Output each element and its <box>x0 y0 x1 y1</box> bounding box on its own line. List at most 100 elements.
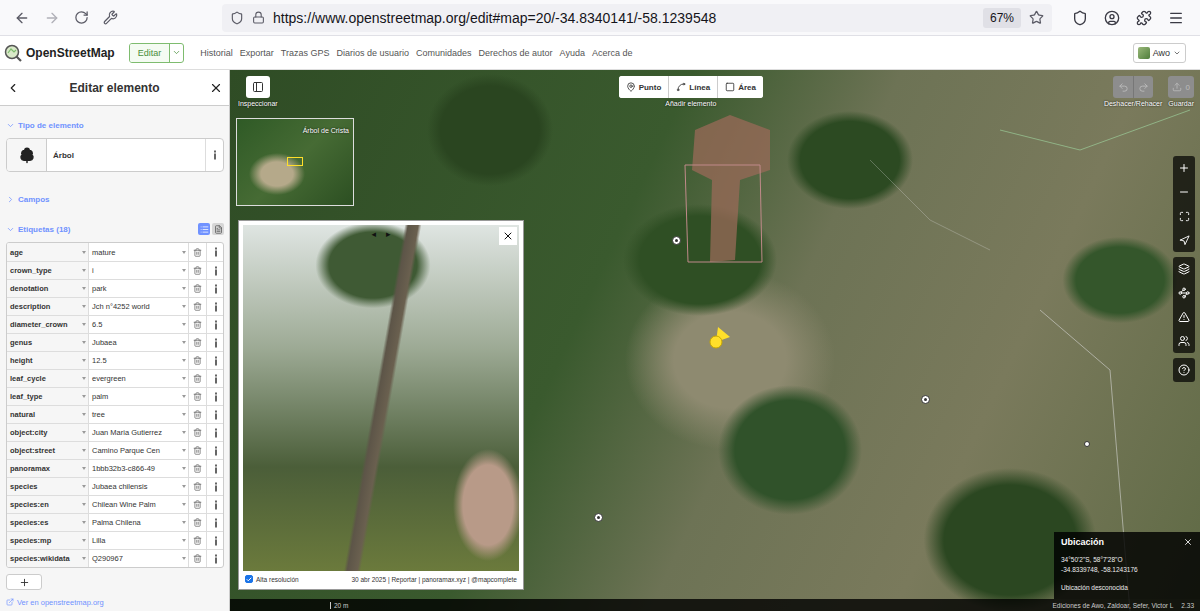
tag-key[interactable]: age <box>7 243 89 261</box>
zoom-in-button[interactable] <box>1173 156 1195 180</box>
selected-tree-marker[interactable] <box>696 322 736 362</box>
tag-info-button[interactable] <box>207 442 224 459</box>
building-shape[interactable] <box>692 115 770 262</box>
add-tag-button[interactable] <box>6 574 42 590</box>
issues-button[interactable] <box>1173 305 1195 329</box>
edit-dropdown[interactable] <box>169 44 183 62</box>
map-point[interactable] <box>594 513 603 522</box>
background-button[interactable] <box>1173 257 1195 281</box>
delete-tag-button[interactable] <box>189 243 207 261</box>
checkbox[interactable] <box>245 575 253 583</box>
delete-tag-button[interactable] <box>189 262 207 279</box>
tag-info-button[interactable] <box>207 406 224 423</box>
view-toggle-button[interactable] <box>212 223 224 235</box>
tag-value[interactable]: park <box>89 280 189 297</box>
tag-info-button[interactable] <box>207 478 224 495</box>
tag-value[interactable]: palm <box>89 388 189 405</box>
help-button[interactable] <box>1173 358 1195 382</box>
tag-key[interactable]: genus <box>7 334 89 351</box>
nav-link[interactable]: Derechos de autor <box>479 48 553 58</box>
tag-key[interactable]: denotation <box>7 280 89 297</box>
tag-value[interactable]: 6.5 <box>89 316 189 333</box>
tag-value[interactable]: Jch n°4252 world <box>89 298 189 315</box>
area-outline[interactable] <box>1000 110 1190 150</box>
account-icon[interactable] <box>1104 10 1120 26</box>
tag-info-button[interactable] <box>207 262 224 279</box>
close-icon[interactable] <box>209 81 223 95</box>
tag-key[interactable]: height <box>7 352 89 369</box>
tag-key[interactable]: species:es <box>7 514 89 531</box>
map-data-button[interactable] <box>1173 281 1195 305</box>
street-photo[interactable]: ◂▸ <box>243 225 519 571</box>
tag-info-button[interactable] <box>207 316 224 333</box>
tag-key[interactable]: object:city <box>7 424 89 441</box>
map-point[interactable] <box>672 236 681 245</box>
nav-link[interactable]: Exportar <box>240 48 274 58</box>
tag-key[interactable]: leaf_cycle <box>7 370 89 387</box>
menu-icon[interactable] <box>1168 10 1184 26</box>
tag-info-button[interactable] <box>207 424 224 441</box>
tag-info-button[interactable] <box>207 388 224 405</box>
url-text[interactable]: https://www.openstreetmap.org/edit#map=2… <box>273 10 975 26</box>
tag-value[interactable]: evergreen <box>89 370 189 387</box>
inspect-button[interactable] <box>246 76 270 98</box>
tag-value[interactable]: Jubaea chilensis <box>89 478 189 495</box>
map-canvas[interactable]: InspeccionarPuntoLíneaÁreaAñadir element… <box>230 70 1200 611</box>
tag-info-button[interactable] <box>207 370 224 387</box>
tag-key[interactable]: natural <box>7 406 89 423</box>
nav-link[interactable]: Trazas GPS <box>281 48 330 58</box>
tag-info-button[interactable] <box>207 496 224 513</box>
forward-icon[interactable] <box>44 10 60 26</box>
delete-tag-button[interactable] <box>189 442 207 459</box>
shield-icon[interactable] <box>230 11 244 25</box>
next-photo-button[interactable]: ▸ <box>386 229 391 239</box>
tag-key[interactable]: panoramax <box>7 460 89 477</box>
delete-tag-button[interactable] <box>189 370 207 387</box>
pocket-icon[interactable] <box>1072 10 1088 26</box>
extensions-icon[interactable] <box>1136 10 1152 26</box>
url-field[interactable]: https://www.openstreetmap.org/edit#map=2… <box>222 4 1052 32</box>
close-icon[interactable] <box>1183 537 1193 547</box>
preset-button[interactable]: Árbol <box>6 138 224 172</box>
delete-tag-button[interactable] <box>189 514 207 531</box>
back-icon[interactable] <box>14 10 30 26</box>
delete-tag-button[interactable] <box>189 334 207 351</box>
preset-info-button[interactable] <box>205 139 223 171</box>
back-chevron-icon[interactable] <box>6 81 20 95</box>
tag-value[interactable]: Jubaea <box>89 334 189 351</box>
tag-info-button[interactable] <box>207 532 224 549</box>
building-outline[interactable] <box>685 165 762 262</box>
tag-key[interactable]: species:mp <box>7 532 89 549</box>
tag-value[interactable]: tree <box>89 406 189 423</box>
zoom-out-button[interactable] <box>1173 180 1195 204</box>
undo-button[interactable] <box>1113 76 1133 98</box>
section-toggle[interactable]: Tipo de elemento <box>6 118 224 132</box>
tag-value[interactable]: 12.5 <box>89 352 189 369</box>
tag-key[interactable]: diameter_crown <box>7 316 89 333</box>
section-toggle[interactable]: Campos <box>6 192 224 206</box>
tag-value[interactable]: i <box>89 262 189 279</box>
nav-link[interactable]: Comunidades <box>416 48 472 58</box>
tag-info-button[interactable] <box>207 550 224 567</box>
nav-link[interactable]: Acerca de <box>592 48 633 58</box>
tag-value[interactable]: Palma Chilena <box>89 514 189 531</box>
scale-bar[interactable]: 20 m <box>330 602 348 609</box>
tag-value[interactable]: Q290967 <box>89 550 189 567</box>
viewer-close-button[interactable] <box>499 227 517 245</box>
save-button[interactable]: 0 <box>1168 76 1193 98</box>
hires-checkbox[interactable]: Alta resolución <box>245 575 299 583</box>
delete-tag-button[interactable] <box>189 280 207 297</box>
prev-photo-button[interactable]: ◂ <box>371 229 376 239</box>
nav-link[interactable]: Ayuda <box>560 48 585 58</box>
tag-info-button[interactable] <box>207 280 224 297</box>
preferences-button[interactable] <box>1173 329 1195 353</box>
tag-key[interactable]: object:street <box>7 442 89 459</box>
edit-button[interactable]: Editar <box>130 44 170 62</box>
tag-key[interactable]: species:en <box>7 496 89 513</box>
tag-key[interactable]: species:wikidata <box>7 550 89 567</box>
tag-value[interactable]: Chilean Wine Palm <box>89 496 189 513</box>
mode-button[interactable]: Área <box>717 76 763 98</box>
tag-info-button[interactable] <box>207 298 224 315</box>
mode-button[interactable]: Punto <box>619 76 669 98</box>
map-point[interactable] <box>921 395 930 404</box>
